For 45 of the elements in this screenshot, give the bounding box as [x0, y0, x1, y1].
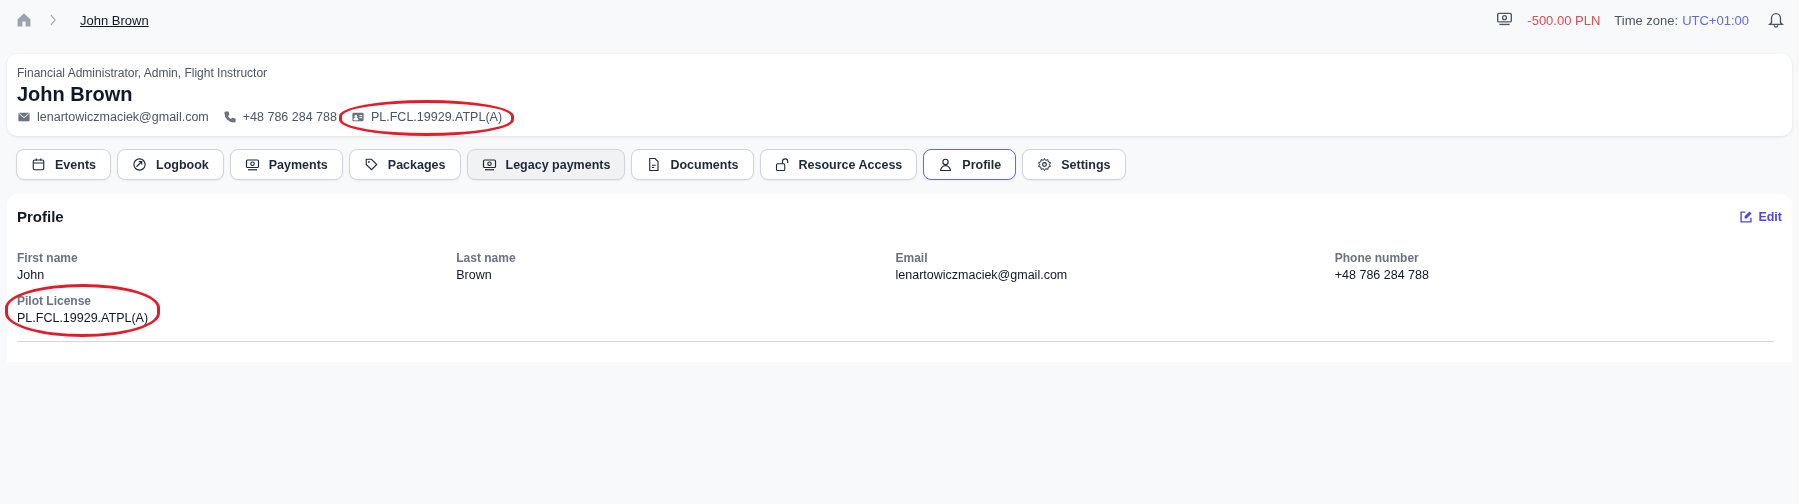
home-icon [16, 12, 32, 28]
email-text: lenartowiczmaciek@gmail.com [37, 110, 209, 124]
field-value: +48 786 284 788 [1334, 268, 1429, 282]
tab[interactable]: Resource Access [759, 149, 918, 180]
document-icon [646, 157, 662, 172]
tag-icon [363, 157, 379, 172]
tab[interactable]: Payments [229, 149, 343, 180]
tab[interactable]: Settings [1022, 149, 1126, 180]
tab[interactable]: Events [16, 149, 111, 180]
timezone-value[interactable]: UTC+01:00 [1682, 12, 1749, 28]
banknote-icon [1496, 10, 1514, 27]
user-icon [938, 157, 954, 172]
edit-button[interactable]: Edit [1739, 209, 1782, 224]
banknote-icon [481, 157, 497, 172]
section-title: Profile [17, 208, 64, 225]
id-card-icon [350, 110, 365, 124]
timezone-label: Time zone: [1614, 12, 1679, 28]
field-label: Pilot License [17, 294, 93, 308]
tab[interactable]: Packages [348, 149, 461, 180]
breadcrumb-link[interactable]: John Brown [80, 12, 149, 28]
banknote-icon [244, 157, 260, 172]
compass-icon [132, 157, 147, 172]
license-text: PL.FCL.19929.ATPL(A) [370, 110, 503, 124]
field-label: Phone number [1334, 251, 1420, 265]
field-value: John [17, 268, 46, 282]
tab[interactable]: Legacy payments [466, 149, 626, 180]
field-label: Email [895, 251, 929, 265]
phone-text: +48 786 284 788 [242, 110, 337, 124]
settings-icon [1037, 157, 1053, 172]
field-label: First name [17, 251, 78, 265]
user-name: John Brown [17, 83, 134, 106]
balance-text: -500.00 PLN [1527, 12, 1601, 28]
field-value: lenartowiczmaciek@gmail.com [895, 268, 1068, 282]
tab[interactable]: Documents [631, 149, 754, 180]
calendar-icon [31, 157, 46, 172]
field-value: Brown [456, 268, 493, 282]
envelope-icon [17, 110, 31, 124]
field-label: Last name [456, 251, 516, 265]
phone-icon [222, 110, 237, 124]
tab[interactable]: Profile [923, 149, 1017, 180]
user-roles: Financial Administrator, Admin, Flight Instructor [17, 66, 269, 80]
edit-icon [1739, 209, 1754, 224]
field-value: PL.FCL.19929.ATPL(A) [17, 311, 149, 325]
padlock-icon [774, 157, 790, 172]
tab[interactable]: Logbook [117, 149, 224, 180]
